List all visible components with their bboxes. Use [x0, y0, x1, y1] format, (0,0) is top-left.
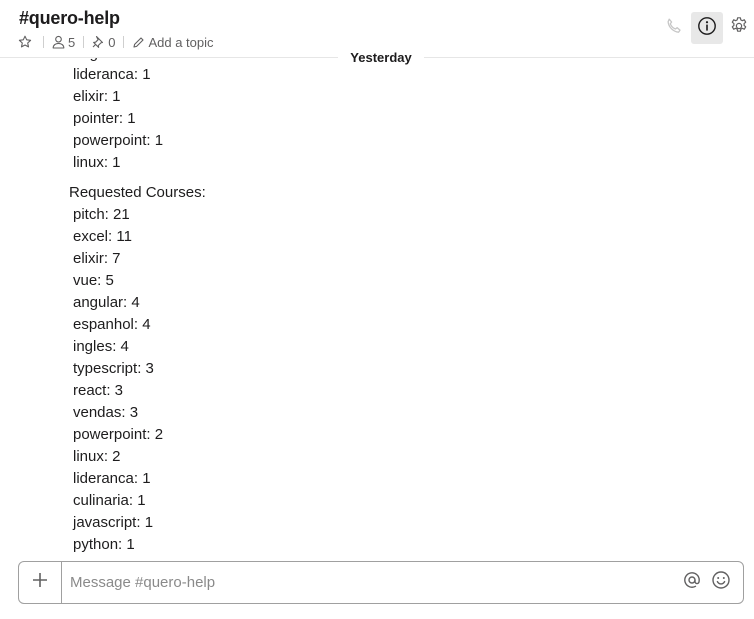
- attach-button[interactable]: [19, 562, 62, 603]
- message-line: python: 1: [73, 536, 135, 553]
- message-line: javascript: 1: [73, 514, 154, 531]
- message-line: linux: 2: [73, 448, 121, 465]
- mention-button[interactable]: [681, 571, 703, 593]
- channel-title[interactable]: #quero-help: [19, 8, 120, 29]
- message-line: espanhol: 4: [73, 316, 151, 333]
- message-line: ingles: 4: [73, 338, 129, 355]
- message-line: pitch: 21: [73, 206, 130, 223]
- message-composer: [18, 561, 744, 604]
- message-line: typescript: 3: [73, 360, 154, 377]
- phone-icon: [665, 17, 683, 40]
- emoji-button[interactable]: [710, 570, 732, 595]
- message-line: lideranca: 1: [73, 66, 151, 83]
- info-icon: [697, 16, 717, 41]
- meta-divider: [123, 36, 125, 48]
- requested-courses-heading: Requested Courses:: [69, 184, 206, 201]
- message-line: vue: 5: [73, 272, 114, 289]
- add-topic-link[interactable]: Add a topic: [148, 35, 213, 50]
- emoji-icon: [711, 570, 731, 595]
- pencil-icon[interactable]: [132, 36, 145, 49]
- star-icon[interactable]: [18, 35, 32, 49]
- message-line: react: 3: [73, 382, 124, 399]
- meta-divider: [83, 36, 85, 48]
- message-line: angular: 4: [73, 294, 140, 311]
- message-list[interactable]: angular: 1 lideranca: 1 elixir: 1 pointe…: [0, 0, 754, 555]
- message-line: powerpoint: 1: [73, 132, 164, 149]
- gear-icon: [729, 16, 749, 41]
- message-line: culinaria: 1: [73, 492, 146, 509]
- message-line: vendas: 3: [73, 404, 139, 421]
- message-line: elixir: 7: [73, 250, 121, 267]
- pin-count[interactable]: 0: [108, 35, 115, 50]
- call-button[interactable]: [658, 12, 690, 44]
- message-line: powerpoint: 2: [73, 426, 164, 443]
- day-divider[interactable]: Yesterday: [338, 49, 424, 67]
- settings-button[interactable]: [724, 12, 754, 44]
- person-icon[interactable]: [52, 35, 65, 49]
- pin-icon[interactable]: [92, 35, 105, 49]
- message-line: lideranca: 1: [73, 470, 151, 487]
- plus-icon: [32, 572, 48, 593]
- member-count[interactable]: 5: [68, 35, 75, 50]
- channel-details-button[interactable]: [691, 12, 723, 44]
- channel-meta: 5 0 Add a topic: [18, 34, 214, 50]
- message-line: pointer: 1: [73, 110, 136, 127]
- message-line: linux: 1: [73, 154, 121, 171]
- at-icon: [682, 570, 702, 595]
- message-line: excel: 11: [73, 228, 132, 245]
- message-line: elixir: 1: [73, 88, 121, 105]
- message-input[interactable]: [70, 562, 670, 603]
- meta-divider: [43, 36, 44, 48]
